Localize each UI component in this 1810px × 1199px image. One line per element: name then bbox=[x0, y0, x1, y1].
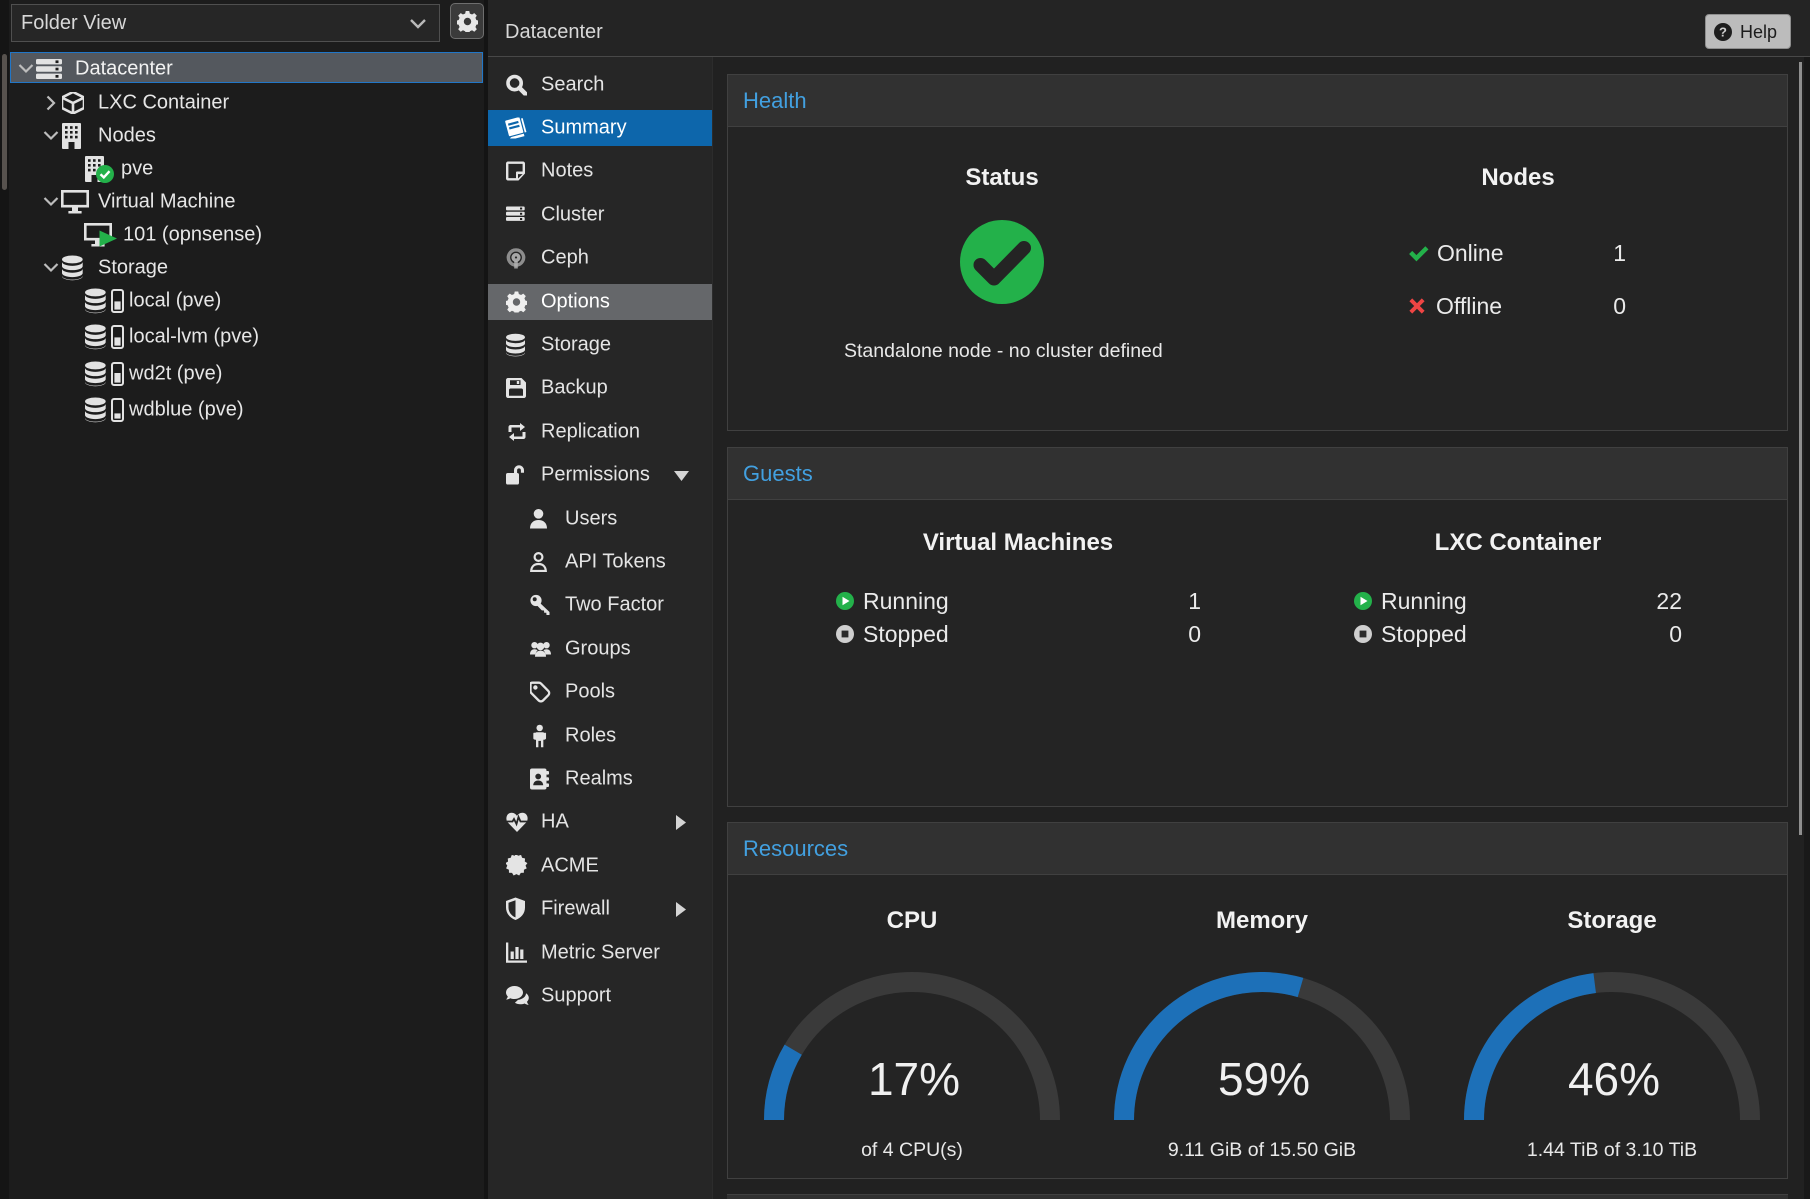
svg-text:?: ? bbox=[1719, 25, 1727, 40]
